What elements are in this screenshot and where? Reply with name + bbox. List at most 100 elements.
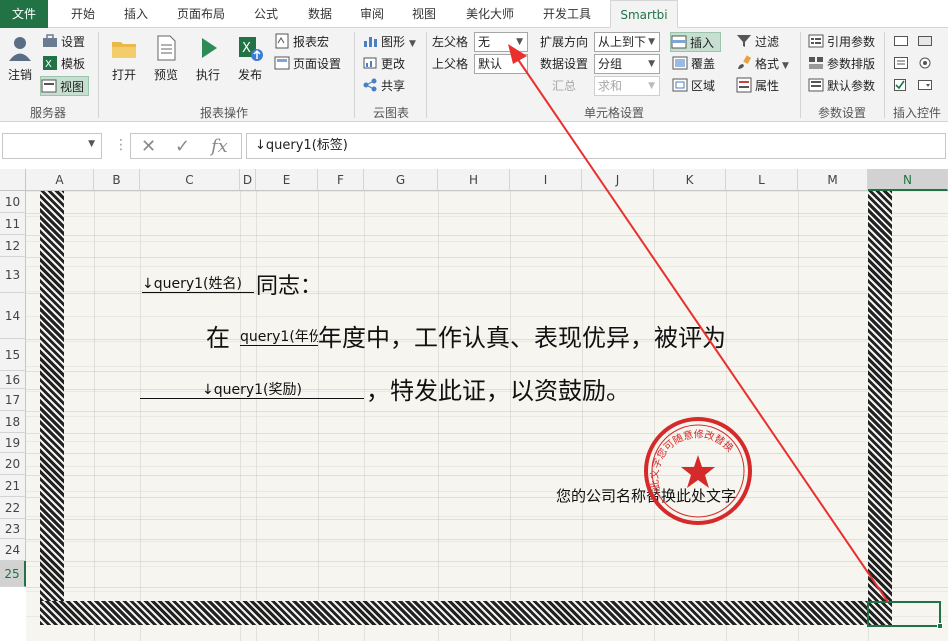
row-header-22[interactable]: 22 <box>0 497 26 519</box>
row-header-14[interactable]: 14 <box>0 293 26 339</box>
column-header-e[interactable]: E <box>256 169 318 191</box>
tab-review[interactable]: 审阅 <box>350 0 394 28</box>
row-header-12[interactable]: 12 <box>0 235 26 257</box>
select-all-corner[interactable] <box>0 169 26 191</box>
certificate-background <box>26 191 948 641</box>
preview-button[interactable]: 预览 <box>148 34 184 83</box>
row-header-19[interactable]: 19 <box>0 433 26 453</box>
list-control-icon[interactable] <box>894 57 908 69</box>
reference-param-label: 引用参数 <box>827 35 876 49</box>
column-header-b[interactable]: B <box>94 169 140 191</box>
radio-control-icon[interactable] <box>918 57 932 69</box>
row-header-25[interactable]: 25 <box>0 561 26 587</box>
graphic-button[interactable]: 图形 ▼ <box>362 32 416 52</box>
tab-smartbi[interactable]: Smartbi <box>610 0 678 28</box>
row-header-13[interactable]: 13 <box>0 257 26 293</box>
insert-mode-button[interactable]: 插入 <box>670 32 722 52</box>
cover-mode-button[interactable]: 覆盖 <box>672 54 715 74</box>
fill-handle[interactable] <box>937 623 943 629</box>
row-header-17[interactable]: 17 <box>0 389 26 411</box>
settings-button[interactable]: 设置 <box>42 32 85 52</box>
filter-button[interactable]: 过滤 <box>736 32 779 52</box>
more-dots-icon: ⋮ <box>114 137 128 153</box>
column-header-h[interactable]: H <box>438 169 510 191</box>
tab-page-layout[interactable]: 页面布局 <box>166 0 236 28</box>
row-header-23[interactable]: 23 <box>0 519 26 539</box>
year-field-cell[interactable]: query1(年份 <box>240 326 318 346</box>
row-header-16[interactable]: 16 <box>0 371 26 389</box>
grid-column-line <box>318 191 319 641</box>
row-header-18[interactable]: 18 <box>0 411 26 433</box>
summary-value: 求和 <box>598 79 623 93</box>
settings-label: 设置 <box>61 35 86 49</box>
tab-file[interactable]: 文件 <box>0 0 48 28</box>
share-chart-button[interactable]: 共享 <box>362 76 405 96</box>
group-label-cell: 单元格设置 <box>583 106 644 120</box>
summary-select[interactable]: 求和 ▼ <box>594 76 660 96</box>
row-header-21[interactable]: 21 <box>0 475 26 497</box>
report-macro-button[interactable]: 报表宏 <box>274 32 329 52</box>
formula-input[interactable]: ↓query1(标签) <box>246 133 946 159</box>
checkbox-control-icon[interactable] <box>894 79 908 91</box>
format-label: 格式 <box>755 57 780 71</box>
confirm-icon[interactable]: ✓ <box>175 136 190 157</box>
top-parent-select[interactable]: 默认 <box>474 54 528 74</box>
default-param-button[interactable]: 默认参数 <box>808 76 875 96</box>
excel-publish-icon: X <box>239 37 263 61</box>
param-layout-button[interactable]: 参数排版 <box>808 54 875 74</box>
certificate-border-bottom <box>40 601 892 625</box>
column-header-a[interactable]: A <box>26 169 94 191</box>
tab-developer[interactable]: 开发工具 <box>532 0 602 28</box>
row-header-20[interactable]: 20 <box>0 453 26 475</box>
dropdown-control-icon[interactable] <box>918 79 932 91</box>
column-header-n[interactable]: N <box>868 169 948 191</box>
row-header-10[interactable]: 10 <box>0 191 26 213</box>
data-setting-select[interactable]: 分组 ▼ <box>594 54 660 74</box>
function-icon[interactable]: fx <box>211 136 228 157</box>
name-box[interactable]: ▼ <box>2 133 102 159</box>
tab-home[interactable]: 开始 <box>56 0 110 28</box>
button-control-icon[interactable] <box>918 35 932 47</box>
logout-button[interactable]: 注销 <box>2 34 38 83</box>
area-mode-button[interactable]: 区域 <box>672 76 715 96</box>
tab-view[interactable]: 视图 <box>402 0 446 28</box>
execute-button[interactable]: 执行 <box>190 34 226 83</box>
excel-template-icon: X <box>43 56 57 70</box>
data-setting-value: 分组 <box>598 57 623 71</box>
row-header-24[interactable]: 24 <box>0 539 26 561</box>
column-header-i[interactable]: I <box>510 169 582 191</box>
tab-formulas[interactable]: 公式 <box>244 0 288 28</box>
selected-cell-n25[interactable] <box>867 601 943 629</box>
left-parent-select[interactable]: 无 ▼ <box>474 32 528 52</box>
column-header-f[interactable]: F <box>318 169 364 191</box>
tab-data[interactable]: 数据 <box>298 0 342 28</box>
column-header-m[interactable]: M <box>798 169 868 191</box>
open-button[interactable]: 打开 <box>106 34 142 83</box>
column-header-j[interactable]: J <box>582 169 654 191</box>
cancel-icon[interactable]: ✕ <box>141 136 156 157</box>
grid-row-line <box>26 453 948 454</box>
page-setup-button[interactable]: 页面设置 <box>274 54 341 74</box>
reference-param-button[interactable]: 引用参数 <box>808 32 875 52</box>
column-header-c[interactable]: C <box>140 169 240 191</box>
name-field-cell[interactable]: ↓query1(姓名) <box>142 273 254 293</box>
tab-beautify[interactable]: 美化大师 <box>458 0 522 28</box>
row-header-15[interactable]: 15 <box>0 339 26 371</box>
column-header-l[interactable]: L <box>726 169 798 191</box>
column-header-d[interactable]: D <box>240 169 256 191</box>
chevron-down-icon: ▼ <box>88 139 95 149</box>
format-button[interactable]: 格式 ▼ <box>736 54 789 74</box>
publish-button[interactable]: X 发布 <box>232 34 268 83</box>
view-button[interactable]: 视图 <box>40 76 90 96</box>
expand-direction-select[interactable]: 从上到下 ▼ <box>594 32 660 52</box>
tab-insert[interactable]: 插入 <box>112 0 160 28</box>
change-chart-button[interactable]: 更改 <box>362 54 405 74</box>
open-label: 打开 <box>111 68 136 82</box>
column-header-k[interactable]: K <box>654 169 726 191</box>
property-button[interactable]: 属性 <box>736 76 779 96</box>
template-button[interactable]: X 模板 <box>42 54 85 74</box>
award-field-cell[interactable]: ↓query1(奖励) <box>140 379 364 399</box>
row-header-11[interactable]: 11 <box>0 213 26 235</box>
textbox-control-icon[interactable] <box>894 35 908 47</box>
column-header-g[interactable]: G <box>364 169 438 191</box>
